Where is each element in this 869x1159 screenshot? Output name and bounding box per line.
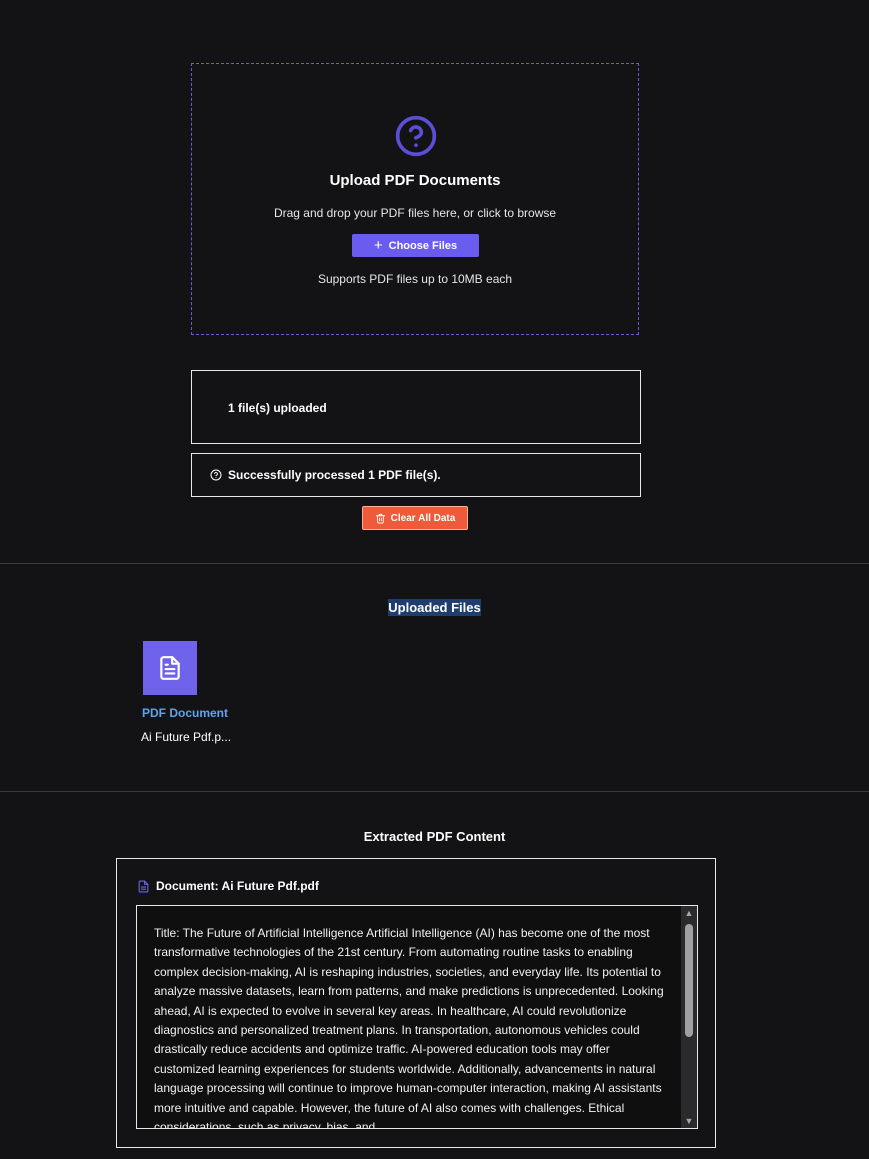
- upload-dropzone[interactable]: Upload PDF Documents Drag and drop your …: [191, 63, 639, 335]
- upload-size-note: Supports PDF files up to 10MB each: [317, 272, 513, 286]
- scroll-down-arrow-icon[interactable]: ▼: [681, 1114, 697, 1128]
- processing-status-panel: Successfully processed 1 PDF file(s).: [191, 453, 641, 497]
- upload-title: Upload PDF Documents: [329, 172, 501, 189]
- files-uploaded-panel: 1 file(s) uploaded: [191, 370, 641, 444]
- processing-status-message: Successfully processed 1 PDF file(s).: [228, 468, 441, 482]
- file-text-icon: [160, 656, 180, 680]
- extracted-content-heading: Extracted PDF Content: [363, 829, 506, 844]
- scroll-thumb[interactable]: [685, 924, 693, 1037]
- section-divider: [0, 791, 869, 792]
- section-divider: [0, 563, 869, 564]
- clear-all-data-label: Clear All Data: [390, 512, 456, 524]
- clear-all-data-button[interactable]: Clear All Data: [362, 506, 468, 530]
- document-header: Document: Ai Future Pdf.pdf: [137, 879, 319, 893]
- scroll-up-arrow-icon[interactable]: ▲: [681, 906, 697, 920]
- files-uploaded-count: 1 file(s) uploaded: [228, 401, 327, 415]
- extracted-content-panel: Document: Ai Future Pdf.pdf Title: The F…: [116, 858, 716, 1148]
- file-text-icon: [138, 880, 149, 892]
- choose-files-button[interactable]: + Choose Files: [352, 234, 479, 257]
- plus-icon: +: [373, 237, 383, 254]
- upload-instructions: Drag and drop your PDF files here, or cl…: [273, 206, 557, 220]
- trash-icon: [375, 513, 385, 524]
- document-title: Document: Ai Future Pdf.pdf: [156, 879, 319, 893]
- uploaded-files-heading: Uploaded Files: [0, 599, 869, 616]
- uploaded-file-card[interactable]: PDF Document Ai Future Pdf.p...: [141, 641, 261, 744]
- extracted-text-area[interactable]: Title: The Future of Artificial Intellig…: [136, 905, 698, 1129]
- help-circle-icon: [395, 115, 437, 157]
- extracted-text: Title: The Future of Artificial Intellig…: [154, 926, 664, 1129]
- choose-files-label: Choose Files: [388, 239, 458, 252]
- file-name: Ai Future Pdf.p...: [141, 730, 232, 744]
- help-circle-icon: [210, 469, 222, 481]
- uploaded-files-title: Uploaded Files: [388, 599, 481, 616]
- file-thumbnail: [143, 641, 197, 695]
- file-type-label: PDF Document: [142, 706, 229, 720]
- scrollbar[interactable]: ▲ ▼: [681, 906, 697, 1128]
